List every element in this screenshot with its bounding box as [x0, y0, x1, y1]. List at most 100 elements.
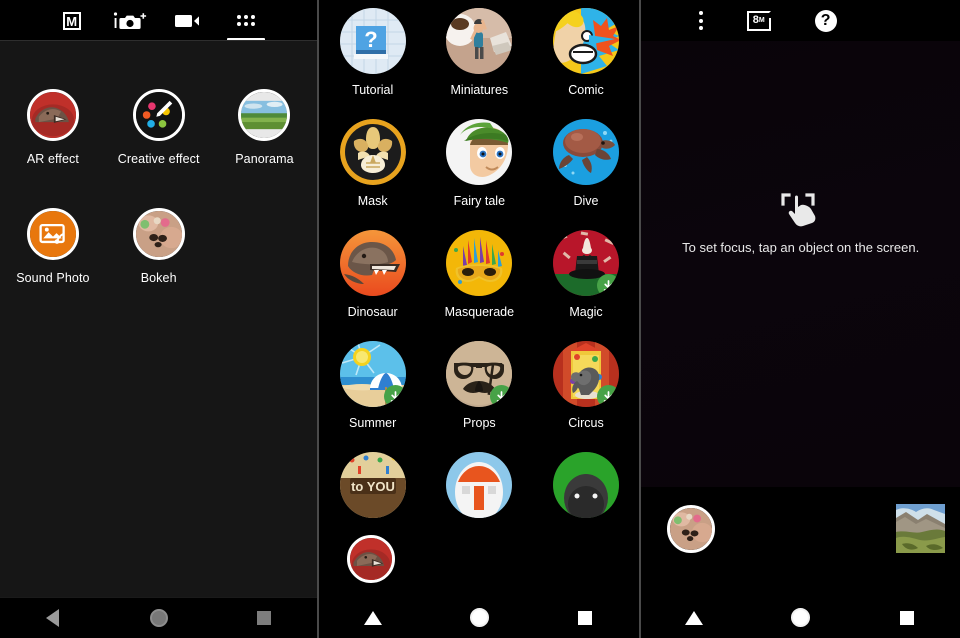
- current-mode-button[interactable]: [666, 505, 715, 553]
- cartoon-house-icon: [446, 452, 513, 518]
- ar-item-fairy-tale[interactable]: Fairy tale: [426, 119, 533, 208]
- home-button[interactable]: [426, 597, 531, 638]
- back-button[interactable]: [320, 597, 425, 638]
- recents-button[interactable]: [854, 597, 959, 638]
- effect-item-sound-photo[interactable]: Sound Photo: [0, 208, 106, 285]
- fairy-tale-icon: [446, 119, 513, 185]
- ar-item-label: Magic: [569, 305, 603, 319]
- ar-item-comic[interactable]: Comic: [533, 8, 639, 97]
- ar-item-masquerade[interactable]: Masquerade: [426, 230, 533, 319]
- ar-item-dinosaur[interactable]: Dinosaur: [319, 230, 426, 319]
- ar-item-label: Fairy tale: [453, 194, 506, 208]
- help-button[interactable]: ?: [814, 9, 837, 32]
- ar-item-birthday-partial[interactable]: to YOU: [319, 452, 426, 527]
- download-badge-icon[interactable]: [383, 385, 406, 407]
- android-navbar-left: [0, 597, 318, 638]
- camera-mode-topbar: M: [0, 0, 318, 41]
- gallery-thumbnail-button[interactable]: [895, 504, 945, 553]
- recents-button[interactable]: [533, 597, 638, 638]
- three-dots-icon: [698, 11, 703, 30]
- back-triangle-icon: [46, 608, 60, 627]
- download-badge-icon[interactable]: [490, 385, 513, 407]
- effect-label: Creative effect: [117, 152, 200, 166]
- magic-icon: [553, 230, 619, 296]
- video-mode-button[interactable]: [169, 0, 207, 41]
- ar-item-tutorial[interactable]: ? Tutorial: [319, 8, 426, 97]
- ar-item-summer[interactable]: Summer: [319, 341, 426, 430]
- home-circle-icon: [149, 608, 168, 627]
- dive-icon: [553, 119, 619, 185]
- svg-text:to YOU: to YOU: [351, 479, 395, 494]
- focus-hint-text: To set focus, tap an object on the scree…: [682, 240, 920, 255]
- home-button[interactable]: [748, 597, 853, 638]
- android-navbar-right: [640, 597, 960, 638]
- download-badge-icon[interactable]: [597, 385, 619, 407]
- ar-effect-icon: [26, 89, 79, 141]
- home-button[interactable]: [106, 597, 211, 638]
- effect-label: Sound Photo: [16, 271, 90, 285]
- tutorial-book-icon: ?: [339, 8, 406, 74]
- ar-effects-grid: ? Tutorial Miniatures Comic Mask Fairy t…: [319, 8, 638, 527]
- tap-to-focus-icon: [777, 191, 825, 227]
- effect-item-ar-effect[interactable]: AR effect: [0, 89, 106, 166]
- effect-label: Bokeh: [140, 271, 177, 285]
- effect-item-creative-effect[interactable]: Creative effect: [106, 89, 212, 166]
- camera-plus-icon: [113, 11, 146, 29]
- recents-square-icon: [578, 610, 593, 625]
- navbar-divider: [0, 597, 318, 598]
- middle-panel-ar-effects: ? Tutorial Miniatures Comic Mask Fairy t…: [319, 0, 639, 638]
- miniatures-icon: [446, 8, 513, 74]
- ar-item-circus[interactable]: Circus: [533, 341, 639, 430]
- ar-item-props[interactable]: Props: [426, 341, 533, 430]
- comic-icon: [553, 8, 619, 74]
- birthday-icon: to YOU: [339, 452, 406, 518]
- ar-item-label: Masquerade: [444, 305, 515, 319]
- effect-item-panorama[interactable]: Panorama: [212, 89, 318, 166]
- summer-icon: [339, 341, 406, 407]
- ar-item-cartoon-house-partial[interactable]: [426, 452, 533, 527]
- effects-grid: AR effect Creative effect Panorama Sound…: [0, 89, 317, 285]
- ar-item-label: Summer: [349, 416, 397, 430]
- effect-item-bokeh[interactable]: Bokeh: [106, 208, 212, 285]
- selected-effect-thumbnail[interactable]: [347, 535, 396, 583]
- ar-item-dive[interactable]: Dive: [533, 119, 639, 208]
- camera-effects-list: AR effect Creative effect Panorama Sound…: [0, 41, 318, 597]
- ar-item-label: Mask: [357, 194, 388, 208]
- ar-item-green-field-partial[interactable]: [533, 452, 639, 527]
- sound-photo-icon: [26, 208, 79, 260]
- masquerade-icon: [446, 230, 513, 296]
- home-circle-icon: [790, 608, 810, 627]
- resolution-setting-button[interactable]: 8M: [746, 10, 771, 31]
- ar-item-mask[interactable]: Mask: [319, 119, 426, 208]
- bokeh-icon: [132, 208, 185, 260]
- resolution-unit: M: [758, 17, 765, 24]
- viewfinder-bottom-bar: [640, 487, 960, 597]
- apps-mode-button[interactable]: [226, 0, 265, 41]
- m-badge-icon: M: [62, 11, 81, 30]
- ar-item-label: Dinosaur: [347, 305, 398, 319]
- overflow-menu-button[interactable]: [698, 11, 703, 30]
- creative-effect-icon: [132, 89, 185, 141]
- ar-item-miniatures[interactable]: Miniatures: [426, 8, 533, 97]
- video-camera-icon: [174, 14, 199, 27]
- effect-label: Panorama: [235, 152, 294, 166]
- recents-button[interactable]: [212, 597, 317, 638]
- right-panel-viewfinder: 8M ? To set focus, tap an object on the …: [640, 0, 960, 638]
- ar-item-label: Tutorial: [352, 83, 394, 97]
- back-button[interactable]: [641, 597, 746, 638]
- green-field-icon: [553, 452, 619, 518]
- ar-item-label: Miniatures: [450, 83, 509, 97]
- back-triangle-up-icon: [684, 610, 703, 625]
- ar-effect-scroll-area[interactable]: ? Tutorial Miniatures Comic Mask Fairy t…: [319, 0, 639, 597]
- focus-hint: To set focus, tap an object on the scree…: [641, 191, 960, 257]
- camera-preview-area[interactable]: To set focus, tap an object on the scree…: [640, 41, 960, 487]
- app-grid-icon: [236, 15, 255, 26]
- back-button[interactable]: [1, 597, 106, 638]
- superior-auto-mode-button[interactable]: [111, 0, 149, 41]
- panorama-icon: [238, 89, 291, 141]
- manual-mode-button[interactable]: M: [53, 0, 91, 41]
- ar-item-magic[interactable]: Magic: [533, 230, 639, 319]
- mask-icon: [339, 119, 406, 185]
- ar-item-label: Circus: [568, 416, 604, 430]
- download-badge-icon[interactable]: [597, 274, 619, 296]
